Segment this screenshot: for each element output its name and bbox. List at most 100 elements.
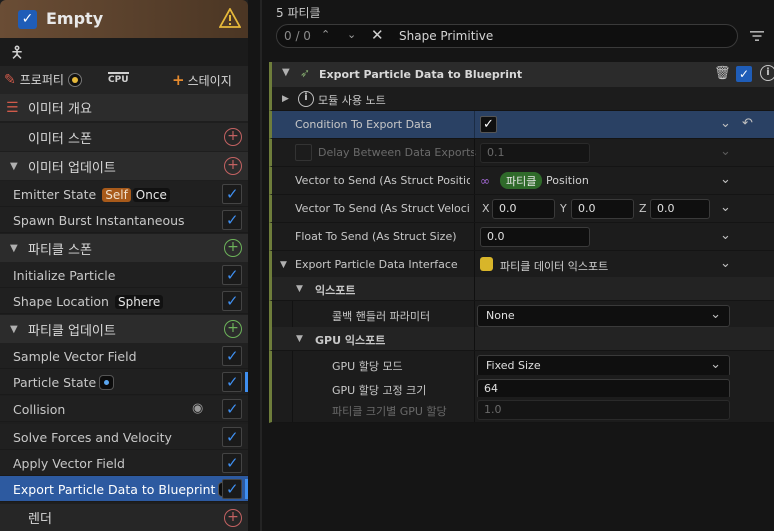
tab-properties[interactable]: ✎ 프로퍼티 bbox=[4, 71, 82, 88]
row-gpu-alloc-by-size[interactable]: 파티클 크기별 GPU 할당 1.0 bbox=[269, 397, 774, 423]
module-enabled-checkbox[interactable] bbox=[222, 346, 242, 366]
module-name: Shape Location Sphere bbox=[13, 294, 164, 309]
filter-icon[interactable] bbox=[749, 28, 765, 44]
row-float-size[interactable]: Float To Send (As Struct Size) 0.0 ⌄ bbox=[269, 223, 774, 251]
float-size-input[interactable]: 0.0 bbox=[480, 227, 590, 247]
module-initialize-particle[interactable]: Initialize Particle bbox=[0, 262, 248, 288]
emitter-enabled-checkbox[interactable]: ✓ bbox=[18, 10, 37, 29]
module-shape-location[interactable]: Shape Location Sphere bbox=[0, 288, 248, 314]
collapse-arrow-icon[interactable]: ▼ bbox=[10, 243, 18, 254]
collapse-arrow-icon[interactable]: ▼ bbox=[10, 161, 18, 172]
module-spawn-burst[interactable]: Spawn Burst Instantaneous bbox=[0, 207, 248, 233]
eye-icon[interactable]: ◉ bbox=[192, 401, 203, 416]
reset-to-default-icon[interactable]: ↶ bbox=[742, 116, 753, 131]
interface-value: 파티클 데이터 익스포트 bbox=[500, 260, 609, 273]
stage-emitter-update[interactable]: ▼ 이미터 업데이트 + bbox=[0, 152, 248, 180]
module-particle-state[interactable]: Particle State bbox=[0, 369, 248, 395]
row-vector-to-send[interactable]: Vector to Send (As Struct Position) ∞ 파티… bbox=[269, 167, 774, 195]
trash-icon[interactable]: 🗑 bbox=[714, 66, 731, 81]
row-usage-note[interactable]: ▶ i 모듈 사용 노트 bbox=[269, 87, 774, 111]
row-export-interface[interactable]: ▼ Export Particle Data Interface 파티클 데이터… bbox=[269, 251, 774, 279]
stage-emitter-summary[interactable]: ☰ 이미터 개요 bbox=[0, 94, 248, 121]
category-label: 익스포트 bbox=[315, 284, 356, 297]
module-enabled-checkbox[interactable] bbox=[222, 399, 242, 419]
module-export-particle-data[interactable]: Export Particle Data to Blueprint bbox=[0, 476, 248, 502]
data-interface-icon bbox=[480, 257, 493, 271]
row-velocity[interactable]: Vector To Send (As Struct Velocity) X 0.… bbox=[269, 195, 774, 223]
delay-override-checkbox[interactable] bbox=[295, 144, 312, 161]
add-module-icon[interactable]: + bbox=[224, 157, 242, 175]
module-enabled-checkbox[interactable] bbox=[222, 184, 242, 204]
add-stage-button[interactable]: + 스테이지 bbox=[172, 71, 232, 89]
gpu-fixed-size-input[interactable]: 64 bbox=[477, 379, 730, 399]
chevron-down-icon[interactable]: ⌄ bbox=[720, 200, 731, 215]
emitter-thumbnail-icon[interactable]: 🯅 bbox=[10, 42, 24, 69]
module-enabled-checkbox[interactable] bbox=[222, 265, 242, 285]
stage-particle-spawn[interactable]: ▼ 파티클 스폰 + bbox=[0, 234, 248, 262]
x-input[interactable]: 0.0 bbox=[492, 199, 555, 219]
parameter-name: Position bbox=[546, 174, 589, 187]
emitter-header[interactable]: ✓ Empty bbox=[0, 0, 248, 38]
collapse-arrow-icon[interactable]: ▼ bbox=[296, 284, 303, 294]
chevron-down-icon[interactable]: ⌄ bbox=[720, 256, 731, 271]
module-header[interactable]: ▼ ➶ Export Particle Data to Blueprint 🗑 … bbox=[269, 62, 774, 87]
collapse-arrow-icon[interactable]: ▼ bbox=[296, 334, 303, 344]
module-name: Emitter State Self Once bbox=[13, 187, 170, 202]
chevron-down-icon[interactable]: ⌄ bbox=[720, 172, 731, 187]
stage-emitter-spawn[interactable]: 이미터 스폰 + bbox=[0, 123, 248, 151]
plus-icon: + bbox=[172, 71, 185, 89]
chevron-down-icon[interactable]: ⌄ bbox=[720, 116, 731, 131]
row-label: Condition To Export Data bbox=[295, 118, 432, 131]
collapse-arrow-icon[interactable]: ▼ bbox=[10, 324, 18, 335]
add-module-icon[interactable]: + bbox=[224, 508, 242, 527]
namespace-pill[interactable]: 파티클 bbox=[500, 172, 543, 189]
warning-icon[interactable] bbox=[219, 8, 241, 28]
module-enabled-checkbox[interactable] bbox=[222, 372, 242, 392]
z-input[interactable]: 0.0 bbox=[650, 199, 710, 219]
condition-checkbox[interactable]: ✓ bbox=[480, 116, 497, 133]
module-enabled-checkbox[interactable] bbox=[222, 453, 242, 473]
info-icon[interactable]: i bbox=[760, 65, 774, 81]
module-emitter-state[interactable]: Emitter State Self Once bbox=[0, 181, 248, 207]
module-enabled-checkbox[interactable] bbox=[222, 210, 242, 230]
search-input[interactable]: Shape Primitive bbox=[399, 29, 493, 43]
row-condition-to-export[interactable]: Condition To Export Data ✓ ⌄ ↶ bbox=[269, 111, 774, 139]
add-module-icon[interactable]: + bbox=[224, 320, 242, 338]
delay-input: 0.1 bbox=[480, 143, 590, 163]
panel-splitter[interactable] bbox=[248, 0, 266, 531]
expand-arrow-icon[interactable]: ▶ bbox=[282, 94, 289, 104]
category-export[interactable]: ▼ 익스포트 bbox=[269, 277, 774, 301]
collapse-arrow-icon[interactable]: ▼ bbox=[282, 67, 290, 78]
module-collision[interactable]: Collision ◉ bbox=[0, 396, 248, 422]
collapse-arrow-icon[interactable]: ▼ bbox=[280, 260, 287, 270]
x-label: X bbox=[482, 202, 490, 215]
module-name: Solve Forces and Velocity bbox=[13, 430, 172, 445]
search-box[interactable]: 0 / 0 ⌃ ⌄ ✕ Shape Primitive bbox=[276, 24, 738, 48]
stage-particle-update[interactable]: ▼ 파티클 업데이트 + bbox=[0, 315, 248, 343]
module-apply-vector-field[interactable]: Apply Vector Field bbox=[0, 450, 248, 476]
module-enabled-checkbox[interactable] bbox=[222, 479, 242, 499]
module-enabled-checkbox[interactable] bbox=[222, 427, 242, 447]
pencil-icon: ✎ bbox=[4, 71, 16, 88]
module-enabled-checkbox[interactable]: ✓ bbox=[736, 66, 752, 82]
stage-render[interactable]: 렌더 + bbox=[0, 504, 248, 531]
module-name: Sample Vector Field bbox=[13, 349, 137, 364]
clear-search-icon[interactable]: ✕ bbox=[371, 26, 384, 44]
list-icon: ☰ bbox=[6, 99, 19, 116]
shape-chip: Sphere bbox=[114, 295, 164, 309]
module-name: Initialize Particle bbox=[13, 268, 116, 283]
category-gpu-export[interactable]: ▼ GPU 익스포트 bbox=[269, 327, 774, 351]
callback-dropdown[interactable]: None ⌄ bbox=[477, 305, 730, 327]
add-module-icon[interactable]: + bbox=[224, 239, 242, 257]
gpu-mode-dropdown[interactable]: Fixed Size ⌄ bbox=[477, 355, 730, 377]
module-enabled-checkbox[interactable] bbox=[222, 291, 242, 311]
search-prev-icon[interactable]: ⌃ bbox=[321, 28, 330, 41]
module-solve-forces[interactable]: Solve Forces and Velocity bbox=[0, 424, 248, 450]
row-delay-between-exports[interactable]: Delay Between Data Exports 0.1 ⌄ bbox=[269, 139, 774, 167]
chevron-down-icon[interactable]: ⌄ bbox=[720, 228, 731, 243]
module-sample-vector-field[interactable]: Sample Vector Field bbox=[0, 343, 248, 369]
y-input[interactable]: 0.0 bbox=[571, 199, 634, 219]
search-next-icon[interactable]: ⌄ bbox=[347, 28, 356, 41]
add-module-icon[interactable]: + bbox=[224, 128, 242, 146]
row-callback-handler[interactable]: 콜백 핸들러 파라미터 None ⌄ bbox=[269, 301, 774, 329]
